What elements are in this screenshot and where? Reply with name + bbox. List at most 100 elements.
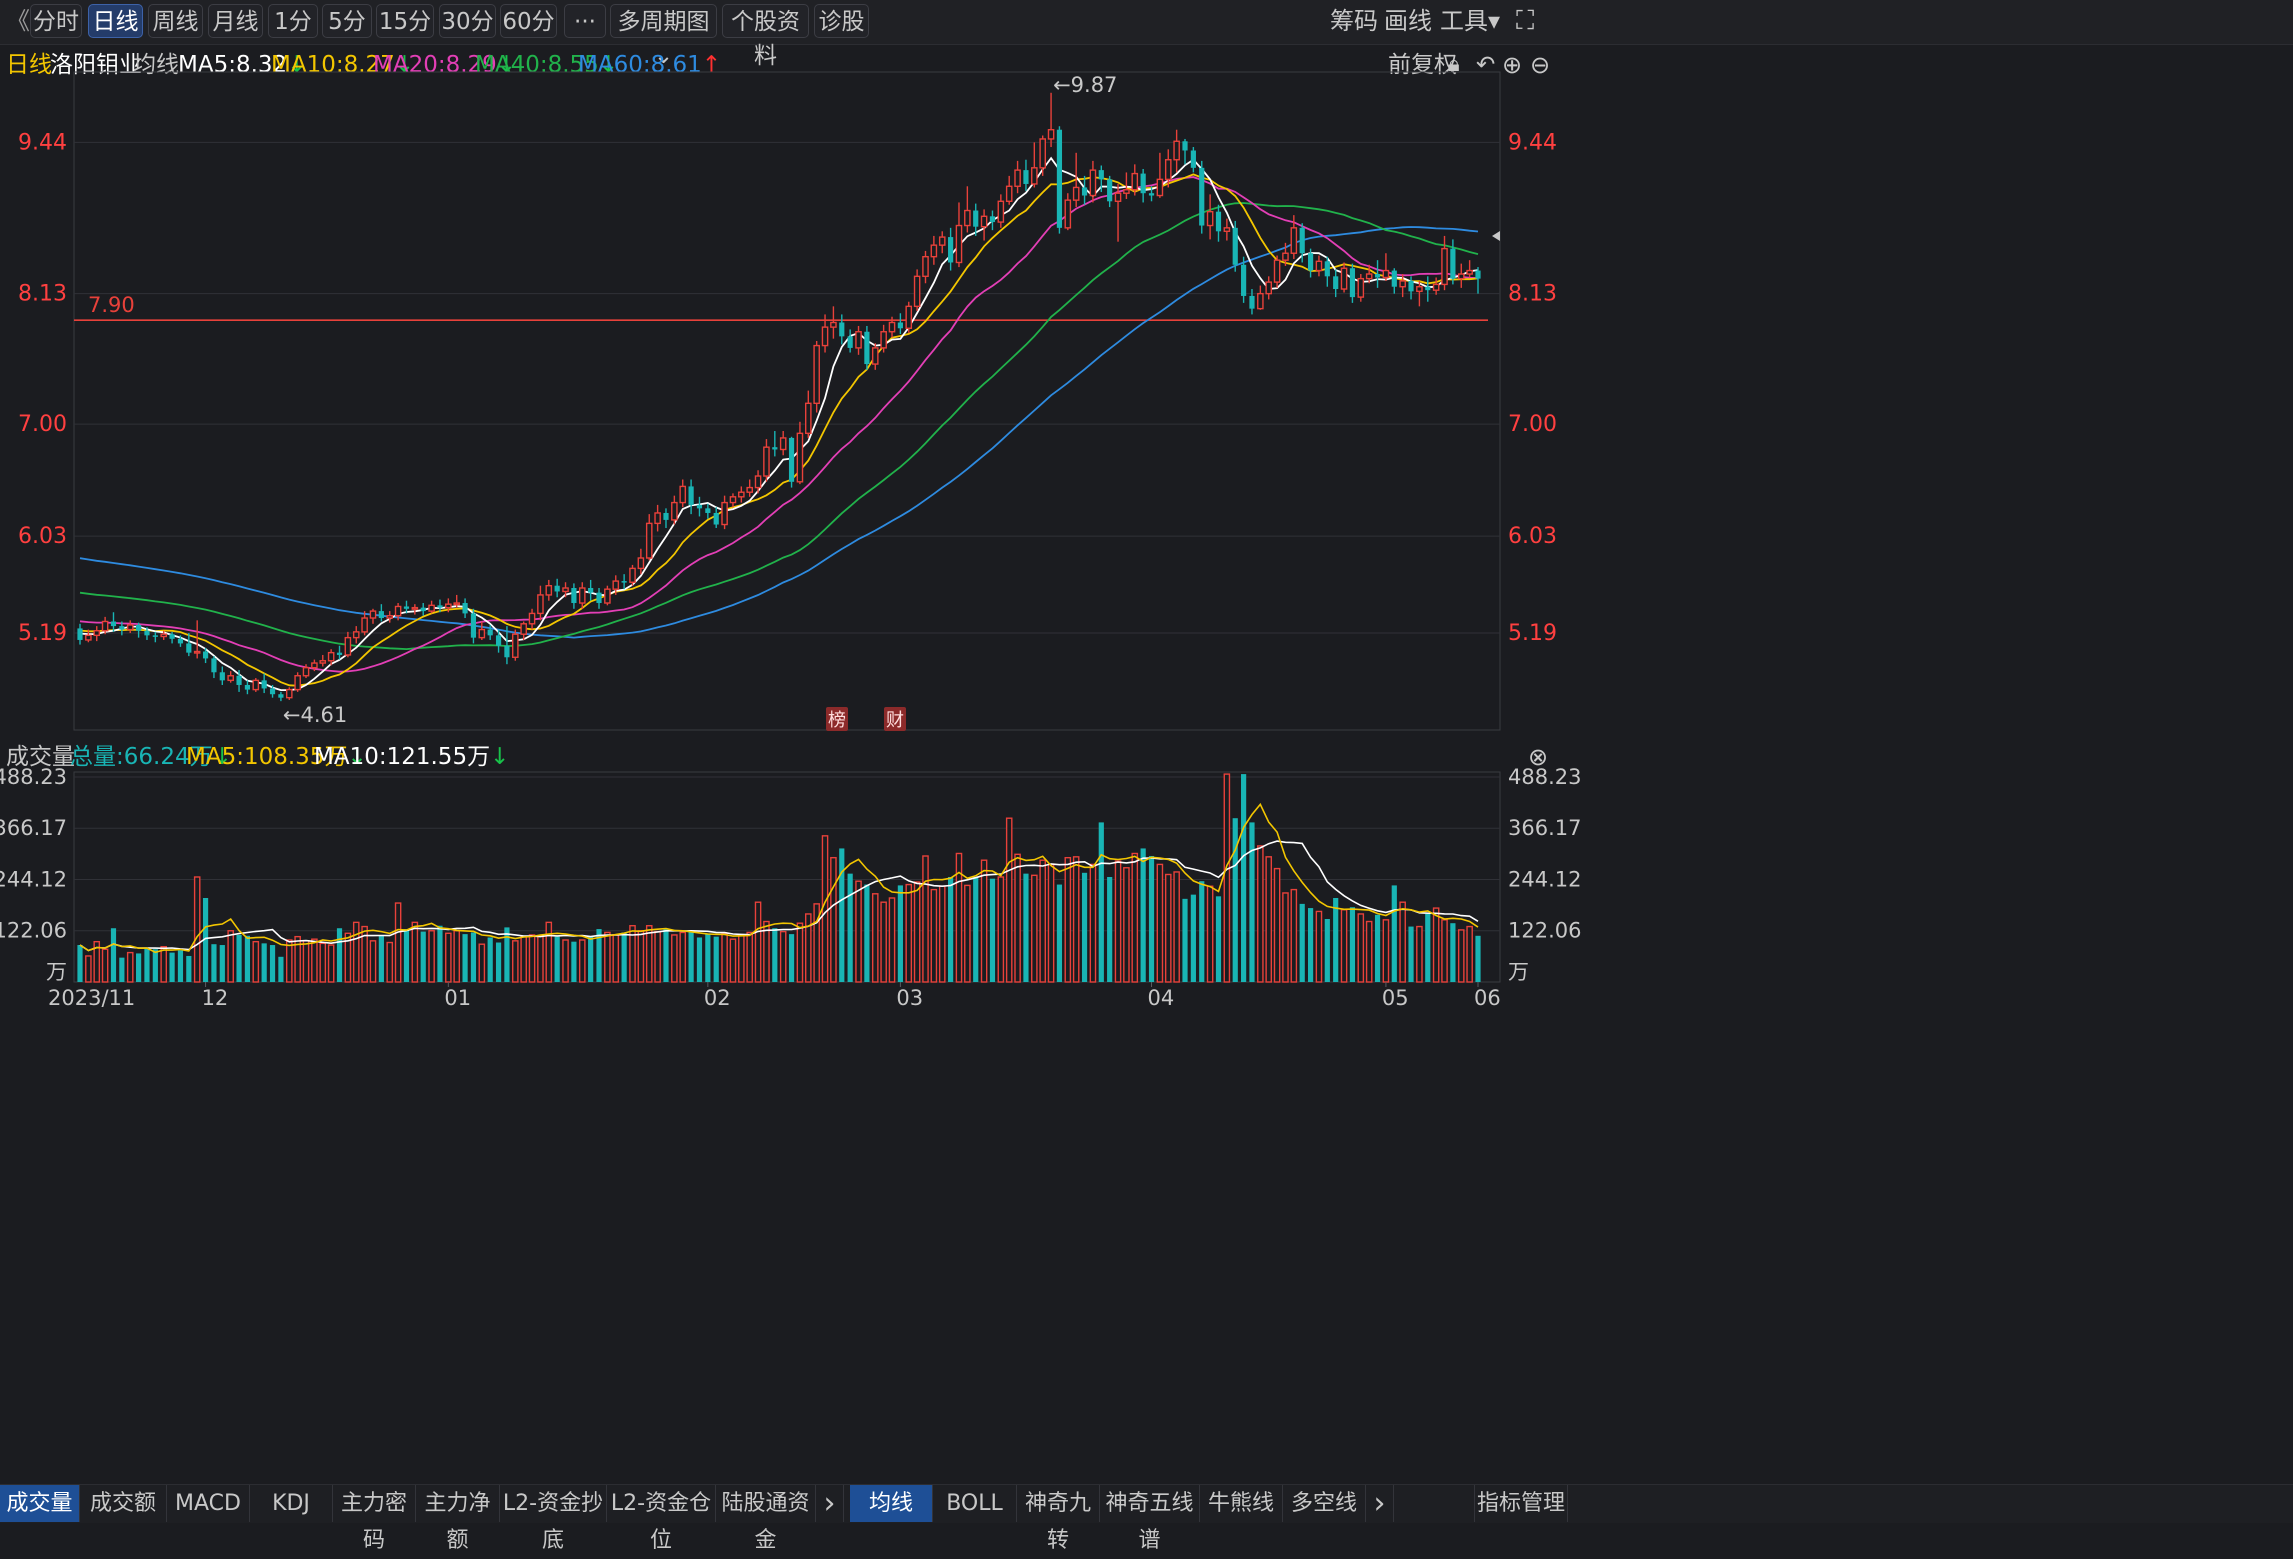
volume-bar-down [186, 955, 192, 982]
candle-body-up [1014, 169, 1021, 187]
kline-chart[interactable]: 9.44 9.44 8.13 8.13 7.00 7.00 6.03 6.03 5.19 5.19… [0, 0, 2293, 1484]
candle-body-down [1140, 173, 1146, 194]
price-tick-label-left: 7.00 [18, 412, 67, 437]
candle-body-up [645, 522, 653, 559]
candle-body-down [110, 621, 117, 627]
volume-bar-up [1031, 874, 1038, 983]
candle-body-up [1457, 273, 1465, 280]
candle-body-up [193, 650, 201, 654]
tab-magic-nine[interactable]: 神奇九转 [1017, 1485, 1100, 1553]
x-tick-label: 03 [896, 986, 923, 1010]
volume-bar-up [160, 946, 168, 983]
tab-magic-five[interactable]: 神奇五线谱 [1100, 1485, 1200, 1553]
tab-main-net[interactable]: 主力净额 [416, 1485, 500, 1553]
tabs-right-next-icon[interactable]: › [1366, 1485, 1394, 1522]
volume-bar-down [278, 956, 284, 982]
candle-body-up [520, 623, 527, 635]
candle-body-down [989, 216, 996, 223]
volume-bar-up [855, 880, 862, 983]
badge-finance: 财 [886, 710, 904, 731]
tab-boll[interactable]: BOLL [933, 1485, 1017, 1522]
tab-turnover[interactable]: 成交额 [80, 1485, 167, 1522]
volume-bar-down [897, 885, 903, 982]
candle-body-up [1257, 292, 1264, 310]
candle-body-up [629, 567, 636, 583]
tab-ma[interactable]: 均线 [850, 1485, 933, 1522]
candle-body-up [779, 437, 787, 451]
candle-body-up [126, 624, 134, 631]
volume-bar-down [462, 934, 468, 982]
candle-body-up [880, 331, 887, 349]
candle-body-down [839, 322, 845, 337]
volume-tick-label-right: 122.06 [1508, 919, 1581, 943]
candle-body-down [1023, 170, 1029, 184]
volume-bar-up [964, 884, 971, 983]
candle-body-up [654, 512, 661, 525]
volume-bar-up [671, 934, 678, 983]
volume-bar-up [369, 940, 377, 983]
price-tick-label-left: 6.03 [18, 524, 67, 549]
candle-body-down [219, 672, 225, 681]
price-tick-label-left: 5.19 [18, 621, 67, 646]
tab-l2-position[interactable]: L2-资金仓位 [607, 1485, 716, 1553]
tab-kdj[interactable]: KDJ [250, 1485, 333, 1522]
candle-body-up [352, 631, 360, 639]
volume-bar-up [445, 932, 452, 983]
candle-body-down [136, 624, 142, 631]
volume-bar-up [637, 930, 645, 983]
candle-body-down [403, 606, 410, 609]
volume-bar-down [788, 934, 795, 982]
volume-bar-up [938, 885, 946, 983]
badge-rank: 榜 [828, 710, 846, 731]
candle-body-up [1114, 192, 1122, 202]
tab-volume[interactable]: 成交量 [0, 1485, 80, 1522]
candle-body-up [537, 594, 544, 615]
volume-bar-down [119, 957, 125, 982]
tab-long-short[interactable]: 多空线 [1283, 1485, 1366, 1522]
indicator-manage-button[interactable]: 指标管理 [1474, 1485, 1568, 1522]
tab-northbound[interactable]: 陆股通资金 [716, 1485, 816, 1553]
volume-bar-up [512, 940, 519, 983]
tab-l2-bottom-fishing[interactable]: L2-资金抄底 [500, 1485, 607, 1553]
volume-bar-up [796, 922, 804, 983]
candle-body-down [864, 331, 870, 365]
candle-body-up [1315, 260, 1323, 272]
candle-body-up [830, 321, 837, 328]
volume-tick-label-right: 488.23 [1508, 765, 1581, 789]
volume-bar-up [285, 939, 293, 983]
volume-bar-up [1123, 867, 1130, 983]
volume-bar-down [1249, 822, 1255, 982]
volume-bar-down [1107, 877, 1113, 982]
candle-body-up [813, 344, 820, 405]
volume-bar-up [1416, 925, 1423, 983]
volume-bar-up [805, 913, 812, 983]
low-price-label: ←4.61 [283, 703, 347, 727]
candle-body-up [913, 275, 921, 308]
volume-bar-up [930, 888, 938, 983]
tab-bull-bear[interactable]: 牛熊线 [1200, 1485, 1283, 1522]
tab-macd[interactable]: MACD [167, 1485, 250, 1522]
candle-body-up [1072, 186, 1080, 201]
candle-body-up [1365, 273, 1373, 280]
x-tick-label: 02 [704, 986, 731, 1010]
candle-body-up [922, 256, 929, 278]
candle-body-up [980, 215, 988, 228]
price-tick-label-left: 8.13 [18, 282, 67, 307]
volume-bar-up [85, 955, 92, 983]
candle-body-up [930, 244, 938, 258]
volume-bar-down [1299, 903, 1305, 982]
tab-main-code[interactable]: 主力密码 [333, 1485, 416, 1553]
volume-bar-up [980, 859, 988, 983]
volume-bar-up [1114, 860, 1122, 983]
candle-body-down [571, 588, 577, 604]
volume-bar-up [1265, 856, 1273, 983]
volume-bar-down [989, 878, 996, 982]
volume-bar-up [1466, 925, 1473, 983]
candle-body-down [378, 611, 384, 619]
tabs-next-icon[interactable]: › [816, 1485, 844, 1522]
volume-tick-label-left: 488.23 [0, 765, 67, 789]
candle-body-down [495, 635, 502, 646]
candle-body-up [285, 688, 293, 699]
volume-bar-down [1140, 848, 1146, 982]
candle-body-up [85, 634, 92, 641]
